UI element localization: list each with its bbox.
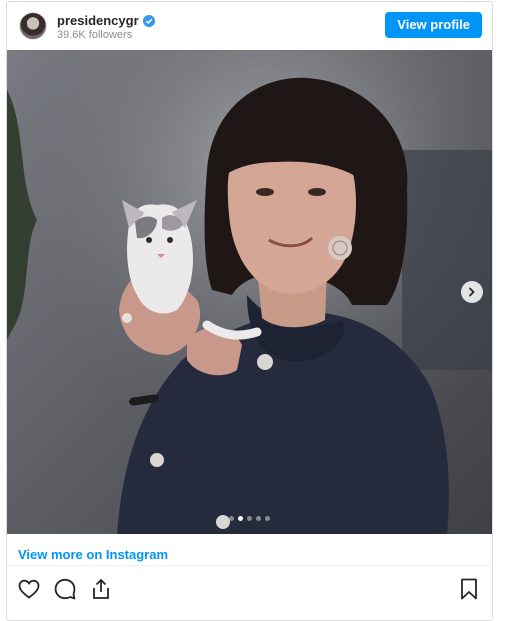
carousel-dot-active [238,516,243,521]
next-slide-button[interactable] [461,281,483,303]
verified-badge-icon [142,14,155,27]
carousel-dot [229,516,234,521]
view-profile-button[interactable]: View profile [385,12,482,38]
divider [7,565,492,566]
post-photo[interactable] [7,50,492,534]
instagram-embed: presidencygr 39.6K followers View profil… [6,1,493,621]
heart-icon[interactable] [17,577,41,601]
username-row: presidencygr [57,13,155,28]
carousel-dot [265,516,270,521]
carousel-dot [256,516,261,521]
carousel-indicator [7,516,492,521]
username[interactable]: presidencygr [57,13,139,28]
follower-count: 39.6K followers [57,29,133,41]
view-more-link[interactable]: View more on Instagram [18,547,168,562]
comment-icon[interactable] [53,577,77,601]
avatar[interactable] [19,12,47,40]
page-margin [496,0,514,608]
photo-illustration [7,50,492,534]
post-header: presidencygr 39.6K followers View profil… [7,2,492,50]
action-bar [17,577,113,601]
share-icon[interactable] [89,577,113,601]
carousel-dot [247,516,252,521]
bookmark-icon[interactable] [457,577,481,601]
chevron-right-icon [469,287,475,297]
